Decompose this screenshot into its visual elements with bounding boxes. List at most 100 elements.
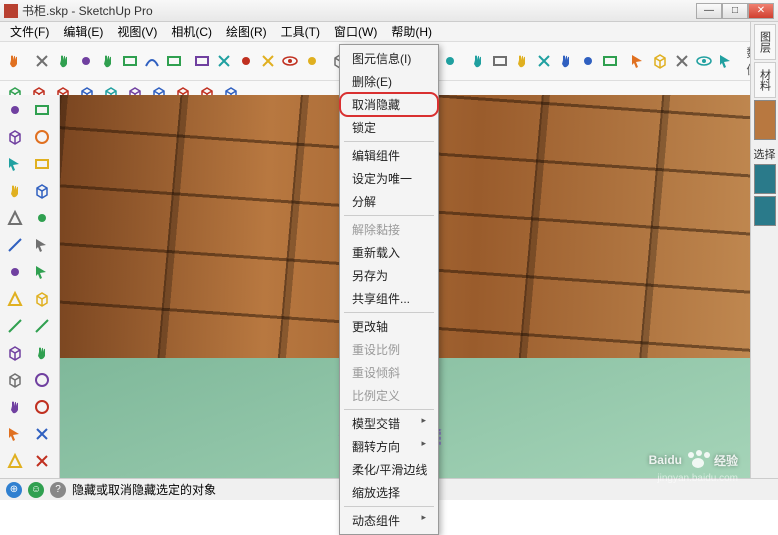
dim-tool[interactable] xyxy=(29,367,55,393)
watermark-suffix: 经验 xyxy=(714,452,738,469)
select-button[interactable] xyxy=(4,50,24,72)
fog-button[interactable] xyxy=(716,50,736,72)
minimize-button[interactable]: — xyxy=(696,3,722,19)
window-title: 书柜.skp - SketchUp Pro xyxy=(22,2,696,19)
walk-button[interactable] xyxy=(578,50,598,72)
pan-tool[interactable] xyxy=(29,448,55,474)
context-menu-item[interactable]: 模型交错 xyxy=(340,412,438,435)
layers-button[interactable] xyxy=(672,50,692,72)
protractor-button[interactable] xyxy=(302,50,322,72)
context-menu-item[interactable]: 重新载入 xyxy=(340,241,438,264)
context-menu-item[interactable]: 另存为 xyxy=(340,264,438,287)
credits-icon[interactable]: ☺ xyxy=(28,482,44,498)
material-swatch[interactable] xyxy=(754,164,776,194)
line-tool[interactable] xyxy=(2,151,28,177)
rect-button[interactable] xyxy=(98,50,118,72)
menu-edit[interactable]: 编辑(E) xyxy=(57,21,109,42)
line-button[interactable] xyxy=(54,50,74,72)
text-tool[interactable] xyxy=(29,394,55,420)
context-menu-item[interactable]: 更改轴 xyxy=(340,315,438,338)
position-button[interactable] xyxy=(556,50,576,72)
tray-panel: 图层 材料 选择 xyxy=(750,22,778,478)
3dtext-tool[interactable] xyxy=(29,259,55,285)
protract-tool[interactable] xyxy=(2,394,28,420)
scale-button[interactable] xyxy=(236,50,256,72)
context-menu-item: 重设倾斜 xyxy=(340,361,438,384)
menu-tools[interactable]: 工具(T) xyxy=(275,21,326,42)
paint-tool[interactable] xyxy=(2,124,28,150)
axes-tool[interactable] xyxy=(2,421,28,447)
circle-button[interactable] xyxy=(120,50,140,72)
context-menu-item[interactable]: 编辑组件 xyxy=(340,144,438,167)
menu-window[interactable]: 窗口(W) xyxy=(328,21,383,42)
zoomext-button[interactable] xyxy=(490,50,510,72)
select-tool[interactable] xyxy=(2,97,28,123)
rect-tool[interactable] xyxy=(2,178,28,204)
tape-button[interactable] xyxy=(280,50,300,72)
offset-tool[interactable] xyxy=(2,313,28,339)
rotate-button[interactable] xyxy=(214,50,234,72)
follow-tool[interactable] xyxy=(29,286,55,312)
context-menu-item[interactable]: 动态组件 xyxy=(340,509,438,532)
help-icon[interactable]: ? xyxy=(50,482,66,498)
close-button[interactable]: ✕ xyxy=(748,3,774,19)
menu-view[interactable]: 视图(V) xyxy=(111,21,163,42)
context-menu-item[interactable]: 共享组件... xyxy=(340,287,438,310)
orbit-tool[interactable] xyxy=(2,448,28,474)
menu-camera[interactable]: 相机(C) xyxy=(165,21,218,42)
prev-button[interactable] xyxy=(512,50,532,72)
context-menu-item[interactable]: 取消隐藏 xyxy=(340,93,438,116)
rrect-tool[interactable] xyxy=(29,178,55,204)
context-menu-item[interactable]: 删除(E) xyxy=(340,70,438,93)
context-menu-item: 重设比例 xyxy=(340,338,438,361)
free-tool[interactable] xyxy=(29,151,55,177)
circle-tool[interactable] xyxy=(2,205,28,231)
look-button[interactable] xyxy=(600,50,620,72)
watermark-url: jingyan.baidu.com xyxy=(657,473,738,484)
geo-icon[interactable]: ⊕ xyxy=(6,482,22,498)
menu-help[interactable]: 帮助(H) xyxy=(385,21,438,42)
context-menu-item[interactable]: 图元信息(I) xyxy=(340,47,438,70)
zoom-button[interactable] xyxy=(468,50,488,72)
sandbox-button[interactable] xyxy=(628,50,648,72)
context-menu-item[interactable]: 柔化/平滑边线 xyxy=(340,458,438,481)
scale-tool[interactable] xyxy=(29,340,55,366)
app-icon xyxy=(4,4,18,18)
tray-tab-layers[interactable]: 图层 xyxy=(754,24,776,60)
menu-file[interactable]: 文件(F) xyxy=(4,21,55,42)
pie-tool[interactable] xyxy=(29,232,55,258)
push-tool[interactable] xyxy=(2,286,28,312)
context-menu-item: 解除黏接 xyxy=(340,218,438,241)
freehand-button[interactable] xyxy=(76,50,96,72)
context-menu-item[interactable]: 锁定 xyxy=(340,116,438,139)
orbit-button[interactable] xyxy=(440,50,460,72)
material-swatch[interactable] xyxy=(754,196,776,226)
style-button[interactable] xyxy=(650,50,670,72)
tape-tool[interactable] xyxy=(2,367,28,393)
material-swatch[interactable] xyxy=(754,100,776,140)
poly-button[interactable] xyxy=(142,50,162,72)
brush-tool[interactable] xyxy=(29,124,55,150)
tray-tab-materials[interactable]: 材料 xyxy=(754,62,776,98)
arc2-tool[interactable] xyxy=(2,232,28,258)
context-menu-item[interactable]: 分解 xyxy=(340,190,438,213)
eraser-tool[interactable] xyxy=(29,97,55,123)
menu-draw[interactable]: 绘图(R) xyxy=(220,21,273,42)
shadows-button[interactable] xyxy=(694,50,714,72)
maximize-button[interactable]: □ xyxy=(722,3,748,19)
context-menu-item[interactable]: 设定为唯一 xyxy=(340,167,438,190)
offset-button[interactable] xyxy=(258,50,278,72)
eraser-button[interactable] xyxy=(32,50,52,72)
next-button[interactable] xyxy=(534,50,554,72)
pushpull-button[interactable] xyxy=(164,50,184,72)
section-tool[interactable] xyxy=(29,421,55,447)
poly-tool[interactable] xyxy=(2,259,28,285)
move-tool[interactable] xyxy=(29,313,55,339)
watermark-brand: Baidu xyxy=(649,453,682,467)
rotate-tool[interactable] xyxy=(2,340,28,366)
context-menu-item[interactable]: 缩放选择 xyxy=(340,481,438,504)
arc-tool[interactable] xyxy=(29,205,55,231)
title-bar: 书柜.skp - SketchUp Pro — □ ✕ xyxy=(0,0,778,22)
move-button[interactable] xyxy=(192,50,212,72)
context-menu-item[interactable]: 翻转方向 xyxy=(340,435,438,458)
